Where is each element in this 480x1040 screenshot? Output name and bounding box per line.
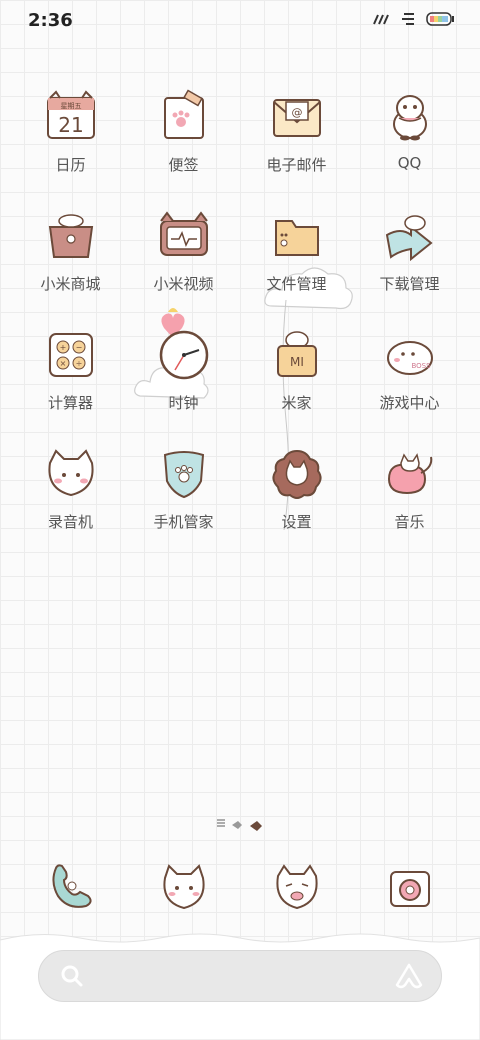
app-mijia[interactable]: MI 米家	[240, 326, 353, 413]
app-qq[interactable]: QQ	[353, 88, 466, 175]
battery-icon	[426, 12, 454, 26]
app-security[interactable]: 手机管家	[127, 445, 240, 532]
app-label: QQ	[397, 154, 422, 172]
security-icon	[163, 451, 204, 499]
browser-icon	[275, 864, 318, 910]
mi-video-icon	[159, 211, 208, 256]
app-recorder[interactable]: 录音机	[14, 445, 127, 532]
app-label: 计算器	[47, 394, 93, 412]
svg-text:−: −	[75, 343, 82, 352]
svg-text:×: ×	[59, 359, 66, 368]
game-center-icon: BOSS	[386, 341, 433, 375]
app-label: 米家	[281, 394, 312, 412]
clock-icon	[159, 330, 208, 380]
app-label: 小米视频	[153, 275, 214, 293]
apps-list-icon	[217, 819, 225, 827]
signal-icon	[373, 14, 389, 25]
page-indicator[interactable]	[0, 818, 480, 834]
messages-icon	[162, 864, 205, 910]
app-label: 文件管理	[266, 275, 327, 293]
app-calculator[interactable]: + − × ÷ 计算器	[14, 326, 127, 413]
app-label: 音乐	[394, 513, 425, 531]
qq-icon	[392, 95, 427, 141]
email-icon: @	[272, 99, 321, 137]
svg-text:@: @	[291, 106, 302, 119]
app-label: 游戏中心	[379, 394, 440, 412]
app-email[interactable]: @ 电子邮件	[240, 88, 353, 175]
app-grid: 星期五 21 日历 便签 @ 电子邮件 QQ 小米商城 小米视频 文件管理 下载…	[14, 88, 466, 532]
app-clock[interactable]: 时钟	[127, 326, 240, 413]
settings-icon	[271, 449, 322, 499]
svg-text:+: +	[59, 343, 66, 352]
app-label: 电子邮件	[266, 156, 327, 174]
app-music[interactable]: 音乐	[353, 445, 466, 532]
calendar-weekday: 星期五	[60, 102, 81, 110]
app-label: 便签	[168, 156, 199, 174]
app-file-manager[interactable]: 文件管理	[240, 207, 353, 294]
dock-browser[interactable]	[240, 862, 353, 912]
app-label: 设置	[281, 513, 312, 531]
recorder-icon	[47, 449, 94, 497]
app-mi-video[interactable]: 小米视频	[127, 207, 240, 294]
calendar-icon: 星期五 21	[46, 90, 95, 139]
dock-camera[interactable]	[353, 862, 466, 912]
app-calendar[interactable]: 星期五 21 日历	[14, 88, 127, 175]
svg-text:÷: ÷	[75, 359, 82, 368]
app-game-center[interactable]: BOSS 游戏中心	[353, 326, 466, 413]
notes-icon	[163, 89, 204, 139]
calculator-icon: + − × ÷	[48, 333, 93, 377]
download-manager-icon	[385, 215, 433, 262]
app-label: 录音机	[47, 513, 93, 531]
app-label: 手机管家	[153, 513, 214, 531]
assistant-icon[interactable]	[395, 963, 423, 989]
app-notes[interactable]: 便签	[127, 88, 240, 175]
dock	[14, 862, 466, 912]
file-manager-icon	[274, 220, 319, 256]
calendar-day: 21	[58, 113, 83, 137]
status-icons	[372, 12, 454, 26]
search-bar[interactable]	[38, 950, 442, 1002]
page-dot-icon	[232, 821, 242, 829]
app-download-manager[interactable]: 下载管理	[353, 207, 466, 294]
app-settings[interactable]: 设置	[240, 445, 353, 532]
app-label: 日历	[55, 156, 86, 174]
dock-messages[interactable]	[127, 862, 240, 912]
app-label: 时钟	[168, 394, 199, 412]
mijia-text: MI	[290, 355, 304, 369]
app-mi-store[interactable]: 小米商城	[14, 207, 127, 294]
mi-store-icon	[48, 214, 93, 258]
search-icon[interactable]	[59, 963, 85, 989]
page-dot-active-icon	[250, 821, 262, 831]
status-time: 2:36	[28, 10, 73, 31]
dock-phone[interactable]	[14, 862, 127, 912]
app-label: 下载管理	[379, 275, 440, 293]
boss-text: BOSS	[411, 362, 431, 370]
wifi-icon	[402, 13, 414, 25]
camera-icon	[389, 871, 430, 907]
mijia-icon: MI	[276, 331, 317, 377]
status-bar: 2:36	[0, 0, 480, 44]
phone-icon	[51, 864, 92, 908]
app-label: 小米商城	[40, 275, 101, 293]
music-icon	[387, 453, 432, 495]
